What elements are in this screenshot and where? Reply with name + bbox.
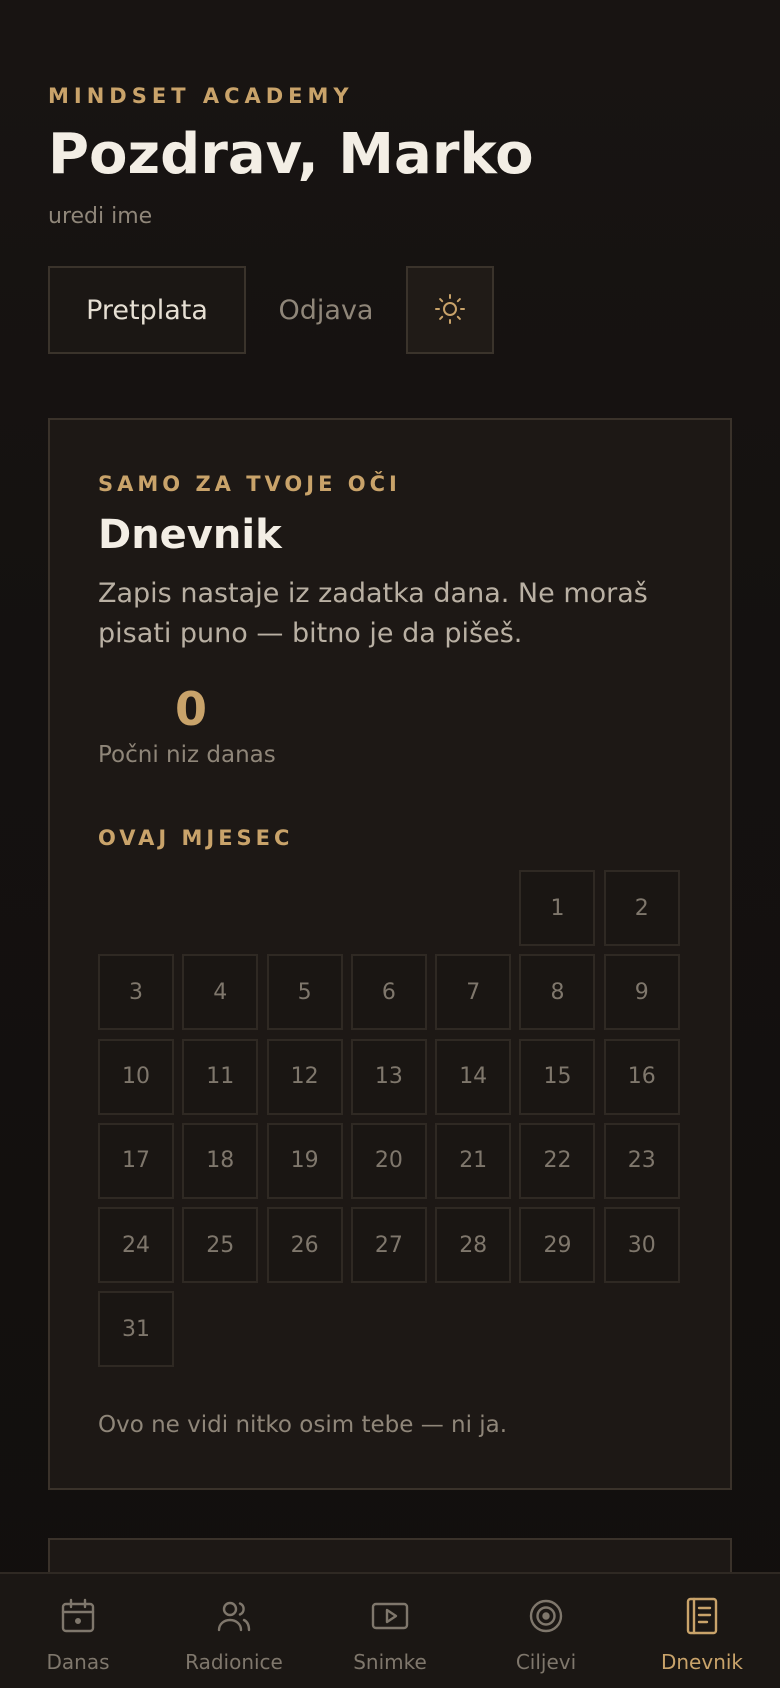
tab-radionice[interactable]: Radionice [156,1574,312,1688]
privacy-note: Ovo ne vidi nitko osim tebe — ni ja. [98,1412,508,1438]
calendar-day[interactable]: 15 [519,1038,596,1115]
header-actions: Pretplata Odjava [48,266,494,354]
calendar-blank [267,870,343,946]
calendar-day[interactable]: 19 [266,1122,343,1199]
tab-dnevnik[interactable]: Dnevnik [624,1574,780,1688]
calendar-day[interactable]: 23 [603,1122,680,1199]
month-label: OVAJ MJESEC [98,826,294,850]
calendar-day[interactable]: 28 [435,1207,512,1284]
tab-label: Dnevnik [660,1650,744,1674]
calendar-day[interactable]: 3 [98,954,174,1031]
tab-label: Danas [46,1650,110,1674]
tab-danas[interactable]: Danas [0,1574,156,1688]
subscription-button[interactable]: Pretplata [48,266,246,354]
calendar-day[interactable]: 1 [519,870,596,946]
edit-name-link[interactable]: uredi ime [48,204,152,229]
calendar-day[interactable]: 26 [266,1207,343,1284]
journal-title: Dnevnik [98,512,282,558]
bottom-tab-bar: Danas Radionice Snimke Ciljevi Dnevnik [0,1572,780,1688]
notebook-icon [682,1596,722,1640]
calendar-day[interactable]: 8 [519,954,596,1031]
calendar-day[interactable]: 12 [266,1038,343,1115]
journal-description: Zapis nastaje iz zadatka dana. Ne moraš … [98,578,648,649]
calendar-blank [435,870,511,946]
calendar-day[interactable]: 31 [98,1291,174,1368]
calendar-icon [58,1596,98,1640]
app-screen: MINDSET ACADEMY Pozdrav, Marko uredi ime… [0,0,780,1688]
journal-card: SAMO ZA TVOJE OČI Dnevnik Zapis nastaje … [48,418,732,1490]
calendar-day[interactable]: 14 [435,1038,512,1115]
users-icon [214,1596,254,1640]
month-calendar: 1 2 3 4 5 6 7 8 9 10 11 12 13 14 15 16 17 18 19 20 21 22 23 24 2… [98,870,684,1368]
calendar-day[interactable]: 17 [98,1122,174,1199]
theme-toggle-button[interactable] [406,266,494,354]
calendar-day[interactable]: 16 [603,1038,680,1115]
calendar-day[interactable]: 27 [350,1207,427,1284]
calendar-day[interactable]: 4 [182,954,259,1031]
tab-snimke[interactable]: Snimke [312,1574,468,1688]
calendar-day[interactable]: 24 [98,1207,174,1284]
calendar-day[interactable]: 7 [435,954,512,1031]
calendar-day[interactable]: 18 [182,1122,259,1199]
calendar-day[interactable]: 10 [98,1038,174,1115]
journal-kicker: SAMO ZA TVOJE OČI [98,472,401,496]
tab-ciljevi[interactable]: Ciljevi [468,1574,624,1688]
play-icon [370,1596,410,1640]
calendar-day[interactable]: 22 [519,1122,596,1199]
calendar-blank [182,870,258,946]
calendar-blank [98,870,174,946]
calendar-day[interactable]: 2 [603,870,680,946]
calendar-blank [351,870,427,946]
calendar-day[interactable]: 20 [350,1122,427,1199]
streak-count: 0 [174,682,207,736]
tab-label: Ciljevi [515,1650,577,1674]
calendar-day[interactable]: 11 [182,1038,259,1115]
tab-label: Snimke [353,1650,427,1674]
calendar-day[interactable]: 6 [350,954,427,1031]
brand-label: MINDSET ACADEMY [48,84,354,108]
calendar-day[interactable]: 30 [603,1207,680,1284]
sun-icon [433,292,467,329]
calendar-day[interactable]: 5 [266,954,343,1031]
calendar-day[interactable]: 21 [435,1122,512,1199]
target-icon [526,1596,566,1640]
calendar-day[interactable]: 13 [350,1038,427,1115]
calendar-day[interactable]: 29 [519,1207,596,1284]
page-title: Pozdrav, Marko [48,122,534,187]
streak-label: Počni niz danas [98,742,276,768]
logout-button[interactable]: Odjava [246,266,406,354]
tab-label: Radionice [185,1650,283,1674]
calendar-day[interactable]: 9 [603,954,680,1031]
calendar-day[interactable]: 25 [182,1207,259,1284]
